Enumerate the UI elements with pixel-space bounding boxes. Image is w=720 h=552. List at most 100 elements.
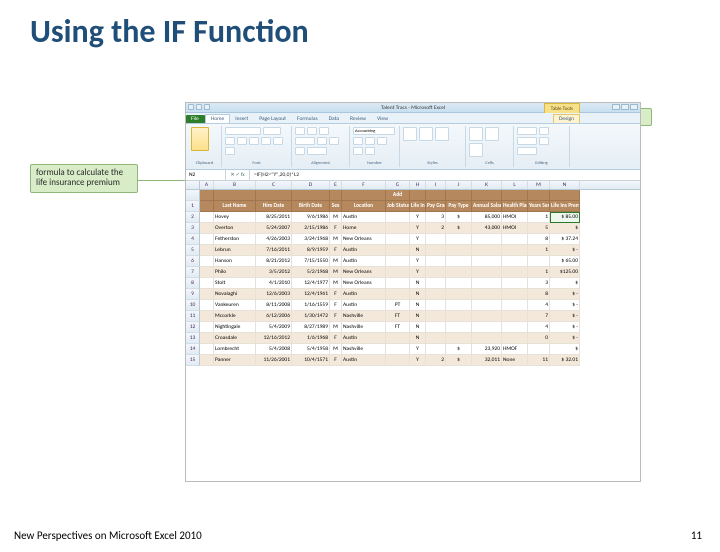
cell[interactable]: Y	[410, 344, 426, 355]
cell[interactable]	[426, 278, 446, 289]
cell[interactable]	[446, 190, 472, 201]
cell[interactable]: 8/27/1989	[292, 322, 330, 333]
cell[interactable]: 8/25/2011	[256, 212, 292, 223]
cell[interactable]: Add	[386, 190, 410, 201]
cell[interactable]: Austin	[342, 355, 386, 366]
cell[interactable]: New Orleans	[342, 278, 386, 289]
worksheet-grid[interactable]: A B C D E F G H I J K L M N Add1Last Nam…	[186, 181, 640, 481]
cell[interactable]: 1/30/1472	[292, 311, 330, 322]
cell[interactable]	[550, 190, 580, 201]
delete-cell-icon[interactable]	[485, 127, 499, 141]
cell[interactable]	[200, 355, 214, 366]
cell[interactable]: N	[410, 300, 426, 311]
inc-decimal-icon[interactable]	[353, 147, 363, 155]
row-header[interactable]: 10	[186, 300, 200, 311]
cell[interactable]	[214, 190, 256, 201]
cell[interactable]	[200, 256, 214, 267]
cell[interactable]: Hire Date	[256, 201, 292, 212]
cell[interactable]: New Orleans	[342, 234, 386, 245]
cell[interactable]: F	[330, 311, 342, 322]
cell[interactable]: 2	[426, 355, 446, 366]
table-row[interactable]: 3Overton5/24/20072/15/1986FHomeY2$43,000…	[186, 223, 640, 234]
tab-home[interactable]: Home	[205, 114, 230, 123]
row-header[interactable]: 11	[186, 311, 200, 322]
cell[interactable]: Sex	[330, 201, 342, 212]
bold-icon[interactable]	[225, 137, 235, 145]
cell[interactable]: 3/24/1968	[292, 234, 330, 245]
cell[interactable]: 3	[528, 278, 550, 289]
row-header[interactable]: 3	[186, 223, 200, 234]
border-icon[interactable]	[261, 137, 271, 145]
window-buttons[interactable]	[612, 104, 638, 110]
cell[interactable]	[200, 278, 214, 289]
cancel-icon[interactable]: ✕	[230, 172, 234, 178]
cell[interactable]: $	[550, 344, 580, 355]
cell[interactable]	[502, 245, 528, 256]
cell[interactable]	[386, 344, 410, 355]
row-header[interactable]: 6	[186, 256, 200, 267]
paste-icon[interactable]	[191, 127, 209, 151]
cell[interactable]	[426, 344, 446, 355]
table-row[interactable]: 10Vankeuren8/11/20081/16/1559FAustinPTN4…	[186, 300, 640, 311]
cell[interactable]	[386, 278, 410, 289]
cell[interactable]: F	[330, 245, 342, 256]
format-cell-icon[interactable]	[469, 143, 483, 157]
table-row[interactable]: 8Stolt4/1/201012/4/1977MNew OrleansN3$	[186, 278, 640, 289]
row-header[interactable]: 2	[186, 212, 200, 223]
cell[interactable]	[472, 267, 502, 278]
cell[interactable]	[472, 245, 502, 256]
cell[interactable]: $ 65.00	[550, 256, 580, 267]
font-family-icon[interactable]	[225, 127, 261, 135]
cell[interactable]: Years Service	[528, 201, 550, 212]
table-row[interactable]: 11Mccorkle6/12/20061/30/1472FNashvilleFT…	[186, 311, 640, 322]
colhdr-C[interactable]: C	[256, 181, 292, 189]
cell[interactable]	[386, 234, 410, 245]
cell[interactable]: Lebrun	[214, 245, 256, 256]
cell[interactable]	[200, 234, 214, 245]
table-row[interactable]: Add	[186, 190, 640, 201]
cell[interactable]: Life Ins Premium	[550, 201, 580, 212]
cell[interactable]	[426, 245, 446, 256]
cell[interactable]	[446, 300, 472, 311]
cell[interactable]	[200, 223, 214, 234]
ribbon-tabs[interactable]: File Home Insert Page Layout Formulas Da…	[186, 113, 640, 124]
cell[interactable]: $125.00	[550, 267, 580, 278]
cell[interactable]: 11/26/2001	[256, 355, 292, 366]
cell[interactable]: M	[330, 212, 342, 223]
cell[interactable]	[200, 212, 214, 223]
cell[interactable]	[426, 300, 446, 311]
cell[interactable]: 12/6/2003	[256, 289, 292, 300]
tab-data[interactable]: Data	[324, 115, 345, 123]
cell[interactable]: Job Status	[386, 201, 410, 212]
cell[interactable]	[502, 300, 528, 311]
cell[interactable]	[426, 234, 446, 245]
cell[interactable]: Austin	[342, 300, 386, 311]
cell[interactable]: 4	[528, 300, 550, 311]
cell[interactable]: 11	[528, 355, 550, 366]
cell[interactable]: New Orleans	[342, 267, 386, 278]
cell[interactable]	[426, 190, 446, 201]
formula-buttons[interactable]: ✕✓fx	[226, 170, 250, 180]
cell[interactable]: F	[330, 355, 342, 366]
name-box[interactable]: N2	[186, 170, 226, 180]
table-row[interactable]: 14Lombrecht5/4/20085/4/1958MNashvilleY$2…	[186, 344, 640, 355]
cell[interactable]: $ 85.00	[550, 212, 580, 223]
cell[interactable]: 3/5/2012	[256, 267, 292, 278]
cell[interactable]: Fetherston	[214, 234, 256, 245]
cell[interactable]: 12/16/2012	[256, 333, 292, 344]
tab-file[interactable]: File	[186, 115, 205, 123]
cell[interactable]: $ -	[550, 333, 580, 344]
cell[interactable]: 2	[426, 223, 446, 234]
cell[interactable]: Austin	[342, 212, 386, 223]
cell[interactable]	[330, 190, 342, 201]
cell[interactable]	[386, 212, 410, 223]
cell[interactable]: 7/15/1550	[292, 256, 330, 267]
tab-formulas[interactable]: Formulas	[292, 115, 324, 123]
dec-decimal-icon[interactable]	[365, 147, 375, 155]
cell[interactable]: 85,000	[472, 212, 502, 223]
cell[interactable]: F	[330, 289, 342, 300]
cell[interactable]	[446, 245, 472, 256]
colhdr-D[interactable]: D	[292, 181, 330, 189]
cell[interactable]	[426, 311, 446, 322]
cell[interactable]	[472, 234, 502, 245]
